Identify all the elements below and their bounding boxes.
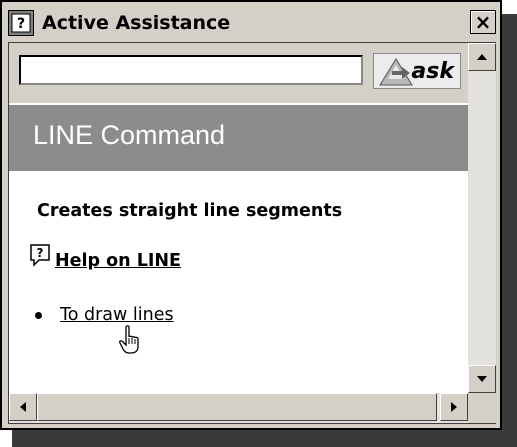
command-description: Creates straight line segments	[37, 201, 343, 221]
horizontal-scroll-thumb[interactable]	[37, 393, 437, 421]
arrow-down-icon	[477, 376, 487, 382]
scroll-left-button[interactable]	[9, 393, 37, 421]
svg-text:?: ?	[17, 16, 25, 32]
horizontal-scrollbar[interactable]	[9, 393, 468, 423]
help-question-icon: ?	[29, 243, 51, 271]
scroll-up-button[interactable]	[468, 43, 496, 71]
arrow-left-icon	[20, 402, 26, 412]
scroll-down-button[interactable]	[468, 365, 496, 393]
window-title: Active Assistance	[42, 12, 231, 34]
scrollbar-corner	[468, 393, 496, 423]
help-question-icon: ?	[8, 10, 34, 36]
vertical-scrollbar[interactable]	[468, 43, 496, 393]
arrow-up-icon	[477, 54, 487, 60]
list-item: To draw lines	[35, 305, 174, 325]
help-on-line-link[interactable]: Help on LINE	[55, 251, 181, 271]
bullet-icon	[35, 311, 42, 319]
ask-toolbar: ask	[9, 43, 468, 103]
title-bar[interactable]: ? Active Assistance ×	[6, 6, 496, 40]
hand-pointer-icon	[119, 325, 143, 359]
to-draw-lines-link[interactable]: To draw lines	[60, 305, 174, 325]
topic-content: Creates straight line segments ? Help on…	[9, 171, 468, 393]
ask-button-label: ask	[411, 58, 454, 84]
arrow-right-icon	[451, 402, 457, 412]
client-area: ask LINE Command Creates straight line s…	[8, 42, 496, 424]
ask-query-input[interactable]	[19, 55, 363, 85]
page-title: LINE Command	[33, 120, 226, 150]
ask-button[interactable]: ask	[373, 53, 461, 89]
help-row: ? Help on LINE	[29, 243, 181, 271]
active-assistance-window: ? Active Assistance × ask LINE Command C…	[0, 0, 502, 430]
close-button[interactable]: ×	[470, 10, 496, 34]
svg-text:?: ?	[37, 246, 44, 260]
topic-header: LINE Command	[9, 105, 468, 171]
close-icon: ×	[474, 10, 492, 34]
scroll-right-button[interactable]	[440, 393, 468, 421]
